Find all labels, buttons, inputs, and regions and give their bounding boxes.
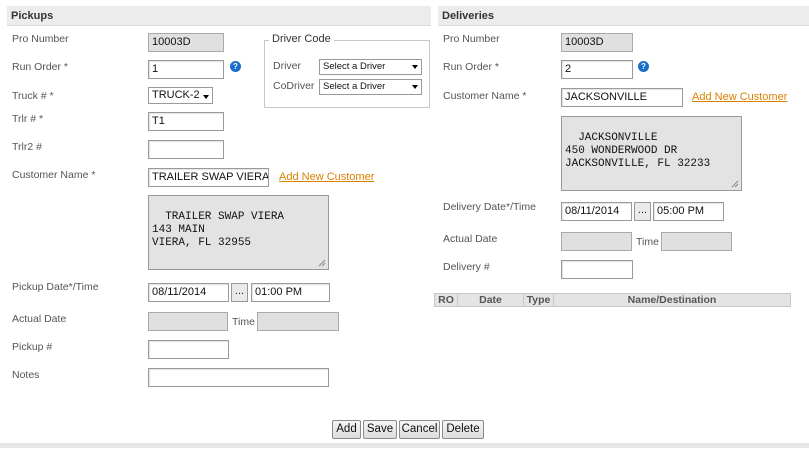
delivery-run-order-label: Run Order * [443, 61, 500, 73]
deliveries-header: Deliveries [438, 6, 809, 26]
truck-select[interactable]: TRUCK-2 [148, 87, 213, 104]
pickup-no-input[interactable] [148, 340, 229, 359]
delivery-actual-date-label: Actual Date [443, 233, 498, 245]
pickups-title: Pickups [11, 10, 54, 22]
add-button[interactable]: Add [332, 420, 361, 439]
help-icon[interactable]: ? [230, 61, 241, 72]
truck-select-value: TRUCK-2 [152, 89, 200, 101]
chevron-down-icon [203, 95, 209, 99]
delivery-datetime-label: Delivery Date*/Time [443, 201, 536, 213]
trlr2-label: Trlr2 # [12, 141, 42, 153]
delivery-pro-number-field: 10003D [561, 33, 633, 52]
grid-column-date[interactable]: Date [458, 294, 524, 307]
pickups-header: Pickups [7, 6, 431, 26]
delivery-no-label: Delivery # [443, 261, 490, 273]
pickup-date-input[interactable]: 08/11/2014 [148, 283, 229, 302]
deliveries-grid-header: RO Date Type Name/Destination [434, 293, 791, 307]
trlr-label: Trlr # * [12, 113, 44, 125]
resize-grip-icon[interactable] [318, 259, 326, 267]
customer-name-label: Customer Name * [12, 169, 96, 181]
chevron-down-icon [412, 85, 418, 89]
chevron-down-icon [412, 65, 418, 69]
delivery-customer-name-input[interactable]: JACKSONVILLE [561, 88, 683, 107]
grid-column-type[interactable]: Type [524, 294, 554, 307]
pickup-actual-time-label: Time [232, 316, 255, 328]
delivery-actual-time-field [661, 232, 732, 251]
footer-divider [0, 443, 809, 448]
pickup-actual-time-field [257, 312, 339, 331]
driver-label: Driver [273, 60, 301, 72]
delivery-actual-time-label: Time [636, 236, 659, 248]
pickup-datetime-label: Pickup Date*/Time [12, 281, 99, 293]
grid-column-name-destination[interactable]: Name/Destination [554, 294, 790, 307]
delivery-run-order-input[interactable]: 2 [561, 60, 633, 79]
grid-column-ro[interactable]: RO [435, 294, 458, 307]
cancel-button[interactable]: Cancel [399, 420, 440, 439]
pickup-time-input[interactable]: 01:00 PM [251, 283, 330, 302]
save-button[interactable]: Save [363, 420, 397, 439]
notes-input[interactable] [148, 368, 329, 387]
pickup-address-textarea[interactable]: TRAILER SWAP VIERA 143 MAIN VIERA, FL 32… [148, 195, 329, 270]
pickup-customer-name-input[interactable]: TRAILER SWAP VIERA [148, 168, 269, 187]
delivery-address-textarea[interactable]: JACKSONVILLE 450 WONDERWOOD DR JACKSONVI… [561, 116, 742, 191]
pickup-date-picker-button[interactable]: ... [231, 283, 248, 302]
driver-select[interactable]: Select a Driver [319, 59, 422, 75]
delivery-date-picker-button[interactable]: ... [634, 202, 651, 221]
delete-button[interactable]: Delete [442, 420, 484, 439]
driver-select-value: Select a Driver [323, 61, 386, 72]
trlr2-input[interactable] [148, 140, 224, 159]
trlr-input[interactable]: T1 [148, 112, 224, 131]
pickup-address-text: TRAILER SWAP VIERA 143 MAIN VIERA, FL 32… [152, 211, 285, 249]
run-order-label: Run Order * [12, 61, 69, 73]
codriver-select-value: Select a Driver [323, 81, 386, 92]
delivery-address-text: JACKSONVILLE 450 WONDERWOOD DR JACKSONVI… [565, 132, 711, 170]
notes-label: Notes [12, 369, 40, 381]
pickup-actual-date-field [148, 312, 228, 331]
delivery-time-input[interactable]: 05:00 PM [653, 202, 724, 221]
pickup-add-new-customer-link[interactable]: Add New Customer [279, 171, 374, 183]
driver-code-legend: Driver Code [269, 33, 334, 45]
codriver-select[interactable]: Select a Driver [319, 79, 422, 95]
pickup-actual-date-label: Actual Date [12, 313, 67, 325]
delivery-no-input[interactable] [561, 260, 633, 279]
delivery-add-new-customer-link[interactable]: Add New Customer [692, 91, 787, 103]
truck-label: Truck # * [12, 90, 54, 102]
resize-grip-icon[interactable] [731, 180, 739, 188]
delivery-customer-name-label: Customer Name * [443, 90, 527, 102]
pickup-no-label: Pickup # [12, 341, 53, 353]
delivery-date-input[interactable]: 08/11/2014 [561, 202, 632, 221]
codriver-label: CoDriver [273, 80, 315, 92]
pickup-pro-number-field: 10003D [148, 33, 224, 52]
pickup-run-order-input[interactable]: 1 [148, 60, 224, 79]
pro-number-label: Pro Number [12, 33, 69, 45]
delivery-actual-date-field [561, 232, 632, 251]
delivery-pro-number-label: Pro Number [443, 33, 500, 45]
deliveries-title: Deliveries [442, 10, 494, 22]
help-icon[interactable]: ? [638, 61, 649, 72]
